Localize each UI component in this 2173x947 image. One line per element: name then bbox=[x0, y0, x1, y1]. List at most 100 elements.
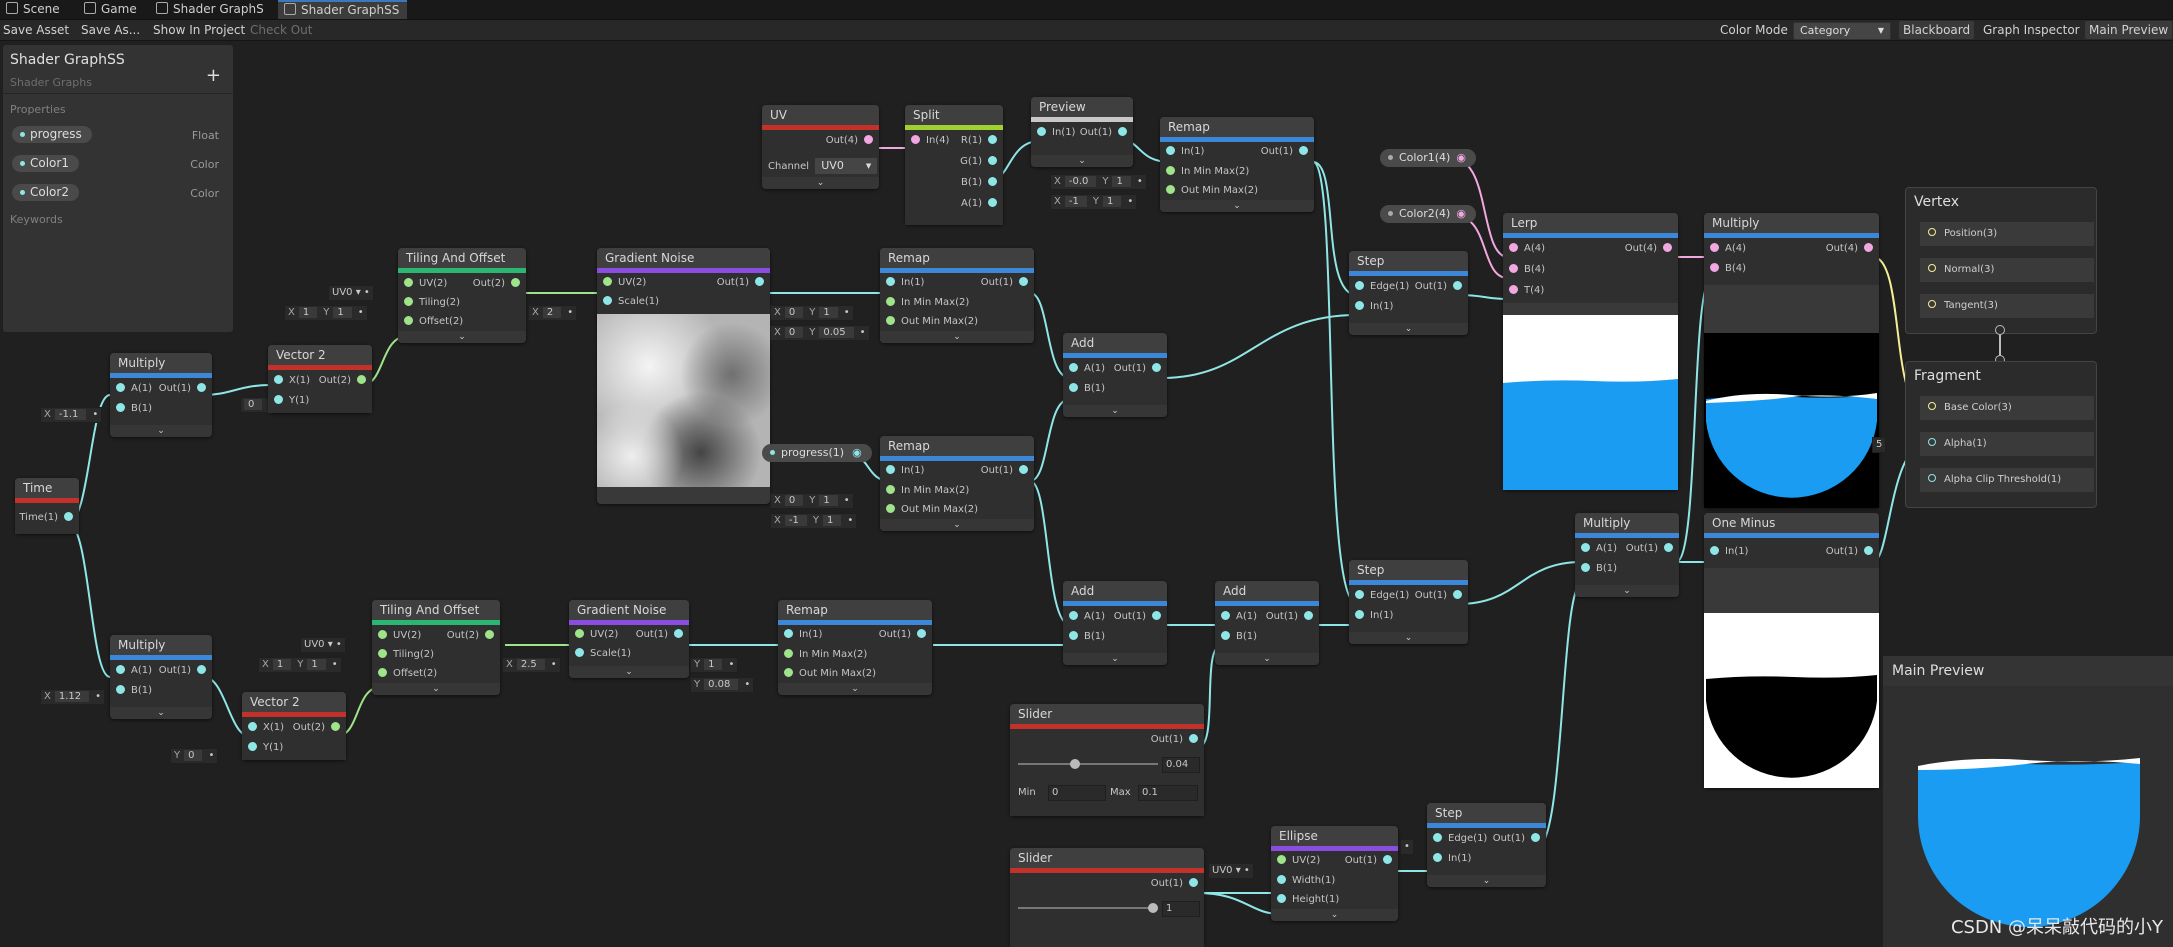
noise2-scale-field[interactable]: X 2.5 • bbox=[502, 657, 561, 673]
port-out[interactable]: Out(1) bbox=[1266, 609, 1313, 625]
tab-shader-graph-s[interactable]: Shader GraphS bbox=[150, 0, 272, 19]
port-out[interactable]: Out(1) bbox=[1080, 125, 1127, 141]
port-b[interactable]: B(1) bbox=[1069, 629, 1105, 645]
port-out[interactable]: Out(4) bbox=[826, 133, 873, 149]
port-out[interactable]: Out(2) bbox=[447, 628, 494, 644]
port-in[interactable]: In(1) bbox=[1433, 851, 1471, 867]
graph-inspector-toggle[interactable]: Graph Inspector bbox=[1983, 20, 2080, 40]
remap-node-1[interactable]: Remap In(1) In Min Max(2) Out Min Max(2)… bbox=[880, 248, 1034, 343]
main-preview-panel[interactable]: Main Preview bbox=[1883, 656, 2173, 947]
collapse-chevron-icon[interactable]: ⌄ bbox=[762, 177, 879, 189]
port-out[interactable]: Out(1) bbox=[636, 627, 683, 643]
collapse-chevron-icon[interactable]: ⌄ bbox=[1063, 405, 1167, 417]
remap3-inmm-field[interactable]: Y 1 • bbox=[690, 657, 739, 673]
remap1-inmm-field[interactable]: X 0 Y 1 • bbox=[770, 305, 854, 321]
step-node-3[interactable]: Step Edge(1) In(1) Out(1) ⌄ bbox=[1427, 803, 1546, 887]
port-in[interactable]: In(1) bbox=[1355, 608, 1393, 624]
port-in[interactable]: In(1) bbox=[886, 463, 924, 479]
collapse-chevron-icon[interactable]: ⌄ bbox=[1063, 653, 1167, 665]
slider-node-2[interactable]: Slider Out(1) 1 bbox=[1010, 848, 1204, 947]
port-out[interactable]: Out(2) bbox=[319, 373, 366, 389]
collapse-chevron-icon[interactable]: ⌄ bbox=[880, 519, 1034, 531]
tiling-offset-node-2[interactable]: Tiling And Offset UV(2) Tiling(2) Offset… bbox=[372, 600, 500, 695]
port-in-minmax[interactable]: In Min Max(2) bbox=[1166, 164, 1249, 180]
port-out-minmax[interactable]: Out Min Max(2) bbox=[1166, 183, 1258, 199]
port-x[interactable]: X(1) bbox=[248, 720, 284, 736]
port-b[interactable]: B(1) bbox=[116, 401, 152, 417]
port-edge[interactable]: Edge(1) bbox=[1355, 279, 1409, 295]
vector2-node-1[interactable]: Vector 2 X(1) Y(1) Out(2) bbox=[268, 345, 372, 413]
main-preview-toggle[interactable]: Main Preview bbox=[2085, 21, 2173, 39]
port-in[interactable]: In(1) bbox=[784, 627, 822, 643]
tab-game[interactable]: Game bbox=[78, 0, 145, 19]
remaptop-outmm-field[interactable]: X -1 Y 1 • bbox=[1050, 194, 1138, 210]
add-node-3[interactable]: Add A(1) B(1) Out(1) ⌄ bbox=[1215, 581, 1319, 665]
port-tiling[interactable]: Tiling(2) bbox=[404, 295, 460, 311]
port-b[interactable]: B(1) bbox=[116, 683, 152, 699]
ellipse-node[interactable]: Ellipse UV(2) Width(1) Height(1) Out(1) … bbox=[1271, 826, 1398, 921]
show-in-project-button[interactable]: Show In Project bbox=[153, 20, 245, 40]
channel-select[interactable]: UV0 ▼ bbox=[814, 157, 879, 175]
tile2-uv-select[interactable]: UV0 ▾ • bbox=[300, 637, 346, 653]
port-out[interactable]: Out(1) bbox=[1261, 144, 1308, 160]
remap3-outmm-field[interactable]: Y 0.08 • bbox=[690, 677, 755, 693]
noise1-scale-field[interactable]: X 2 • bbox=[528, 305, 578, 321]
lerp-node[interactable]: Lerp A(4) B(4) T(4) Out(4) bbox=[1503, 213, 1678, 490]
remap2-outmm-field[interactable]: X -1 Y 1 • bbox=[770, 513, 858, 529]
blackboard-toggle[interactable]: Blackboard bbox=[1899, 21, 1975, 39]
port-out[interactable]: Out(1) bbox=[159, 663, 206, 679]
step3-edge-field[interactable]: • bbox=[1400, 839, 1414, 855]
port-height[interactable]: Height(1) bbox=[1277, 892, 1339, 908]
port-uv[interactable]: UV(2) bbox=[378, 628, 421, 644]
remap2-inmm-field[interactable]: X 0 Y 1 • bbox=[770, 493, 854, 509]
fragment-slot-alpha[interactable]: Alpha(1) bbox=[1920, 432, 2094, 456]
check-out-button[interactable]: Check Out bbox=[250, 20, 312, 40]
port-b[interactable]: B(4) bbox=[1509, 262, 1545, 278]
time-output-port[interactable]: Time(1) bbox=[19, 510, 73, 526]
slider-value-field[interactable]: 1 bbox=[1162, 901, 1200, 917]
port-a[interactable]: A(1) bbox=[1069, 361, 1105, 377]
tile2-tiling-field[interactable]: X 1 Y 1 • bbox=[258, 657, 342, 673]
vec2b-y-field[interactable]: Y 0 • bbox=[170, 748, 219, 764]
port-uv[interactable]: UV(2) bbox=[1277, 853, 1320, 869]
fragment-slot-alpha-clip[interactable]: Alpha Clip Threshold(1) bbox=[1920, 468, 2094, 492]
multiply-node-2[interactable]: Multiply A(1) B(1) Out(1) ⌄ bbox=[110, 635, 212, 719]
port-out[interactable]: Out(1) bbox=[159, 381, 206, 397]
port-uv[interactable]: UV(2) bbox=[575, 627, 618, 643]
collapse-chevron-icon[interactable]: ⌄ bbox=[1215, 653, 1319, 665]
fragment-slot-base-color[interactable]: Base Color(3) bbox=[1920, 396, 2094, 420]
graph-canvas[interactable]: Shader GraphSS Shader Graphs + Propertie… bbox=[0, 41, 2173, 947]
port-out[interactable]: Out(4) bbox=[1826, 241, 1873, 257]
port-x[interactable]: X(1) bbox=[274, 373, 310, 389]
vertex-slot-tangent[interactable]: Tangent(3) bbox=[1920, 294, 2094, 318]
vertex-slot-normal[interactable]: Normal(3) bbox=[1920, 258, 2094, 282]
collapse-chevron-icon[interactable]: ⌄ bbox=[1031, 155, 1133, 167]
port-y[interactable]: Y(1) bbox=[248, 740, 283, 756]
remap-node-top[interactable]: Remap In(1) In Min Max(2) Out Min Max(2)… bbox=[1160, 117, 1314, 212]
port-edge[interactable]: Edge(1) bbox=[1355, 588, 1409, 604]
step-node-2[interactable]: Step Edge(1) In(1) Out(1) ⌄ bbox=[1349, 560, 1468, 644]
slider-max-field[interactable]: 0.1 bbox=[1138, 785, 1198, 801]
property-color2[interactable]: Color2 bbox=[12, 184, 79, 201]
port-scale[interactable]: Scale(1) bbox=[603, 294, 659, 310]
time-node[interactable]: Time Time(1) bbox=[15, 478, 79, 534]
port-out[interactable]: Out(1) bbox=[879, 627, 926, 643]
save-asset-button[interactable]: Save Asset bbox=[3, 20, 69, 40]
slider-thumb[interactable] bbox=[1070, 759, 1080, 769]
tile1-uv-select[interactable]: UV0 ▾ • bbox=[328, 285, 374, 301]
collapse-chevron-icon[interactable]: ⌄ bbox=[880, 331, 1034, 343]
mult2-b-field[interactable]: X 1.12 • bbox=[40, 689, 106, 705]
gradient-noise-node-1[interactable]: Gradient Noise UV(2) Scale(1) Out(1) bbox=[597, 248, 770, 504]
port-a[interactable]: A(1) bbox=[116, 663, 152, 679]
collapse-chevron-icon[interactable]: ⌄ bbox=[569, 666, 689, 678]
port-width[interactable]: Width(1) bbox=[1277, 873, 1335, 889]
port-out[interactable]: Out(2) bbox=[293, 720, 340, 736]
tiling-offset-node-1[interactable]: Tiling And Offset UV(2) Tiling(2) Offset… bbox=[398, 248, 526, 343]
ellipse-uv-select[interactable]: UV0 ▾ • bbox=[1208, 863, 1254, 879]
port-a[interactable]: A(4) bbox=[1509, 241, 1545, 257]
port-uv[interactable]: UV(2) bbox=[404, 276, 447, 292]
port-a[interactable]: A(1) bbox=[116, 381, 152, 397]
port-r[interactable]: R(1) bbox=[961, 133, 997, 149]
port-uv[interactable]: UV(2) bbox=[603, 275, 646, 291]
remap-node-2[interactable]: Remap In(1) In Min Max(2) Out Min Max(2)… bbox=[880, 436, 1034, 531]
